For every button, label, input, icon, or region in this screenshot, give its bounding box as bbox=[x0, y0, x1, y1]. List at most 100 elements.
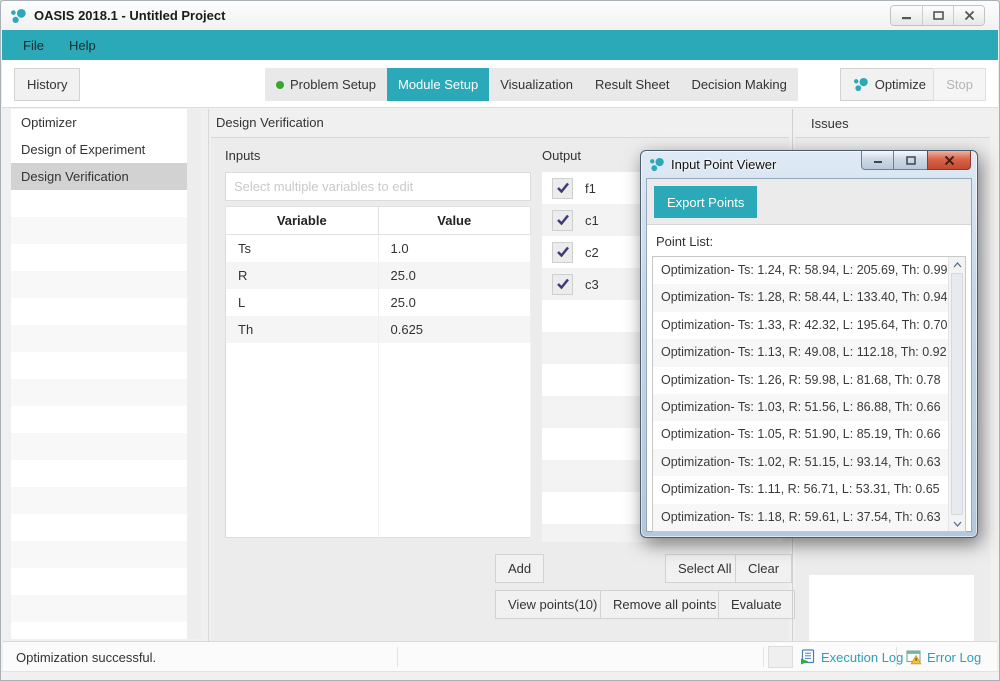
point-list-label: Point List: bbox=[656, 234, 714, 249]
dialog-minimize-icon[interactable] bbox=[861, 151, 894, 170]
point-list-item[interactable]: Optimization- Ts: 1.05, R: 51.90, L: 85.… bbox=[653, 421, 948, 448]
output-checkbox-c1[interactable] bbox=[552, 209, 573, 231]
variable-value-cell[interactable]: 25.0 bbox=[378, 261, 531, 289]
evaluate-button[interactable]: Evaluate bbox=[718, 590, 795, 619]
maximize-icon[interactable] bbox=[922, 6, 953, 25]
dialog-client-area: Export Points Point List: Optimization- … bbox=[646, 178, 972, 532]
tab-label: Visualization bbox=[500, 77, 573, 92]
error-log-button[interactable]: Error Log bbox=[906, 649, 981, 665]
table-row: L 25.0 bbox=[225, 288, 531, 316]
tab-result-sheet[interactable]: Result Sheet bbox=[584, 68, 680, 101]
output-item-label: c2 bbox=[585, 244, 599, 260]
point-list-item[interactable]: Optimization- Ts: 1.26, R: 59.98, L: 81.… bbox=[653, 367, 948, 394]
menu-item-file[interactable]: File bbox=[23, 38, 44, 53]
scroll-up-icon[interactable] bbox=[949, 257, 965, 272]
tab-label: Problem Setup bbox=[290, 77, 376, 92]
sidebar-item-design-of-experiment[interactable]: Design of Experiment bbox=[11, 136, 187, 163]
column-header-variable: Variable bbox=[225, 206, 379, 235]
scrollbar-thumb[interactable] bbox=[951, 273, 963, 515]
tab-label: Decision Making bbox=[691, 77, 787, 92]
export-points-button[interactable]: Export Points bbox=[654, 186, 758, 218]
sidebar-item-design-verification[interactable]: Design Verification bbox=[11, 163, 187, 190]
remove-all-points-button[interactable]: Remove all points bbox=[600, 590, 730, 619]
point-list-item[interactable]: Optimization- Ts: 1.11, R: 56.71, L: 53.… bbox=[653, 476, 948, 503]
optimize-label: Optimize bbox=[874, 77, 926, 92]
point-list-item[interactable]: Optimization- Ts: 1.02, R: 51.15, L: 93.… bbox=[653, 448, 948, 477]
title-bar: OASIS 2018.1 - Untitled Project bbox=[1, 1, 999, 30]
output-checkbox-c2[interactable] bbox=[552, 241, 573, 263]
minimize-icon[interactable] bbox=[891, 6, 922, 25]
checkmark-icon bbox=[556, 278, 569, 290]
variable-name-cell: Ts bbox=[225, 234, 379, 262]
table-row: R 25.0 bbox=[225, 261, 531, 289]
point-list-item[interactable]: Optimization- Ts: 1.33, R: 42.32, L: 195… bbox=[653, 312, 948, 339]
select-all-button[interactable]: Select All bbox=[665, 554, 745, 583]
status-divider bbox=[397, 647, 398, 667]
point-list-item[interactable]: Optimization- Ts: 1.18, R: 59.61, L: 37.… bbox=[653, 503, 948, 531]
execution-log-label: Execution Log bbox=[821, 649, 904, 665]
window-title: OASIS 2018.1 - Untitled Project bbox=[34, 8, 226, 23]
point-rows: Optimization- Ts: 1.24, R: 58.94, L: 205… bbox=[653, 257, 948, 531]
execution-log-button[interactable]: Execution Log bbox=[800, 649, 903, 665]
variable-value-cell[interactable]: 0.625 bbox=[378, 315, 531, 343]
inputs-label: Inputs bbox=[225, 148, 261, 163]
tab-decision-making[interactable]: Decision Making bbox=[680, 68, 797, 101]
dialog-close-icon[interactable] bbox=[927, 151, 971, 170]
status-message: Optimization successful. bbox=[16, 650, 157, 665]
status-divider bbox=[896, 647, 897, 667]
application-window: OASIS 2018.1 - Untitled Project File Hel… bbox=[0, 0, 1000, 681]
table-row: Th 0.625 bbox=[225, 315, 531, 343]
tab-module-setup[interactable]: Module Setup bbox=[387, 68, 490, 101]
table-row: Ts 1.0 bbox=[225, 234, 531, 262]
sidebar-scroll-gutter bbox=[187, 109, 201, 639]
view-points-button[interactable]: View points(10) bbox=[495, 590, 611, 619]
error-log-icon bbox=[906, 649, 922, 665]
tab-label: Module Setup bbox=[398, 77, 479, 92]
variables-table: Variable Value Ts 1.0 R 25.0 L 25.0 Th 0… bbox=[225, 206, 531, 538]
point-list-item[interactable]: Optimization- Ts: 1.24, R: 58.94, L: 205… bbox=[653, 257, 948, 284]
multi-variable-edit-input[interactable] bbox=[225, 172, 531, 201]
window-bottom-frame bbox=[1, 671, 999, 680]
output-checkbox-f1[interactable] bbox=[552, 177, 573, 199]
close-icon[interactable] bbox=[953, 6, 984, 25]
table-header-row: Variable Value bbox=[225, 206, 531, 235]
stop-button[interactable]: Stop bbox=[933, 68, 986, 101]
column-header-value: Value bbox=[377, 206, 531, 235]
optimize-molecule-icon bbox=[853, 77, 869, 92]
dialog-maximize-icon[interactable] bbox=[894, 151, 927, 170]
output-checkbox-c3[interactable] bbox=[552, 273, 573, 295]
menu-bar: File Help bbox=[2, 30, 998, 60]
module-tabstrip: Problem Setup Module Setup Visualization… bbox=[265, 68, 798, 101]
menu-item-help[interactable]: Help bbox=[69, 38, 96, 53]
window-controls bbox=[890, 5, 985, 26]
point-list-scrollbar[interactable] bbox=[948, 257, 965, 531]
page-title: Design Verification bbox=[216, 115, 324, 130]
variable-name-cell: Th bbox=[225, 315, 379, 343]
variable-name-cell: L bbox=[225, 288, 379, 316]
clear-button[interactable]: Clear bbox=[735, 554, 793, 583]
sidebar: Optimizer Design of Experiment Design Ve… bbox=[11, 109, 187, 639]
add-button[interactable]: Add bbox=[495, 554, 545, 583]
output-label: Output bbox=[542, 148, 582, 163]
tab-label: Result Sheet bbox=[595, 77, 670, 92]
output-item-label: c3 bbox=[585, 276, 599, 292]
sidebar-item-optimizer[interactable]: Optimizer bbox=[11, 109, 187, 136]
point-list-item[interactable]: Optimization- Ts: 1.03, R: 51.56, L: 86.… bbox=[653, 393, 948, 422]
output-item-label: f1 bbox=[585, 180, 596, 196]
tab-problem-setup[interactable]: Problem Setup bbox=[265, 68, 387, 101]
execution-log-icon bbox=[800, 649, 816, 665]
status-indicator-box bbox=[768, 646, 793, 668]
point-list-item[interactable]: Optimization- Ts: 1.13, R: 49.08, L: 112… bbox=[653, 339, 948, 367]
tab-visualization[interactable]: Visualization bbox=[489, 68, 584, 101]
checkmark-icon bbox=[556, 214, 569, 226]
optimize-button[interactable]: Optimize bbox=[839, 68, 939, 101]
table-empty-area bbox=[225, 342, 531, 538]
error-log-label: Error Log bbox=[927, 649, 982, 665]
output-item-label: c1 bbox=[585, 212, 599, 228]
variable-value-cell[interactable]: 25.0 bbox=[378, 288, 531, 316]
variable-value-cell[interactable]: 1.0 bbox=[378, 234, 531, 262]
scroll-down-icon[interactable] bbox=[949, 516, 965, 531]
history-button[interactable]: History bbox=[14, 68, 81, 101]
point-list-item[interactable]: Optimization- Ts: 1.28, R: 58.44, L: 133… bbox=[653, 284, 948, 312]
input-point-viewer-dialog: Input Point Viewer Export Points Point L… bbox=[640, 150, 978, 538]
